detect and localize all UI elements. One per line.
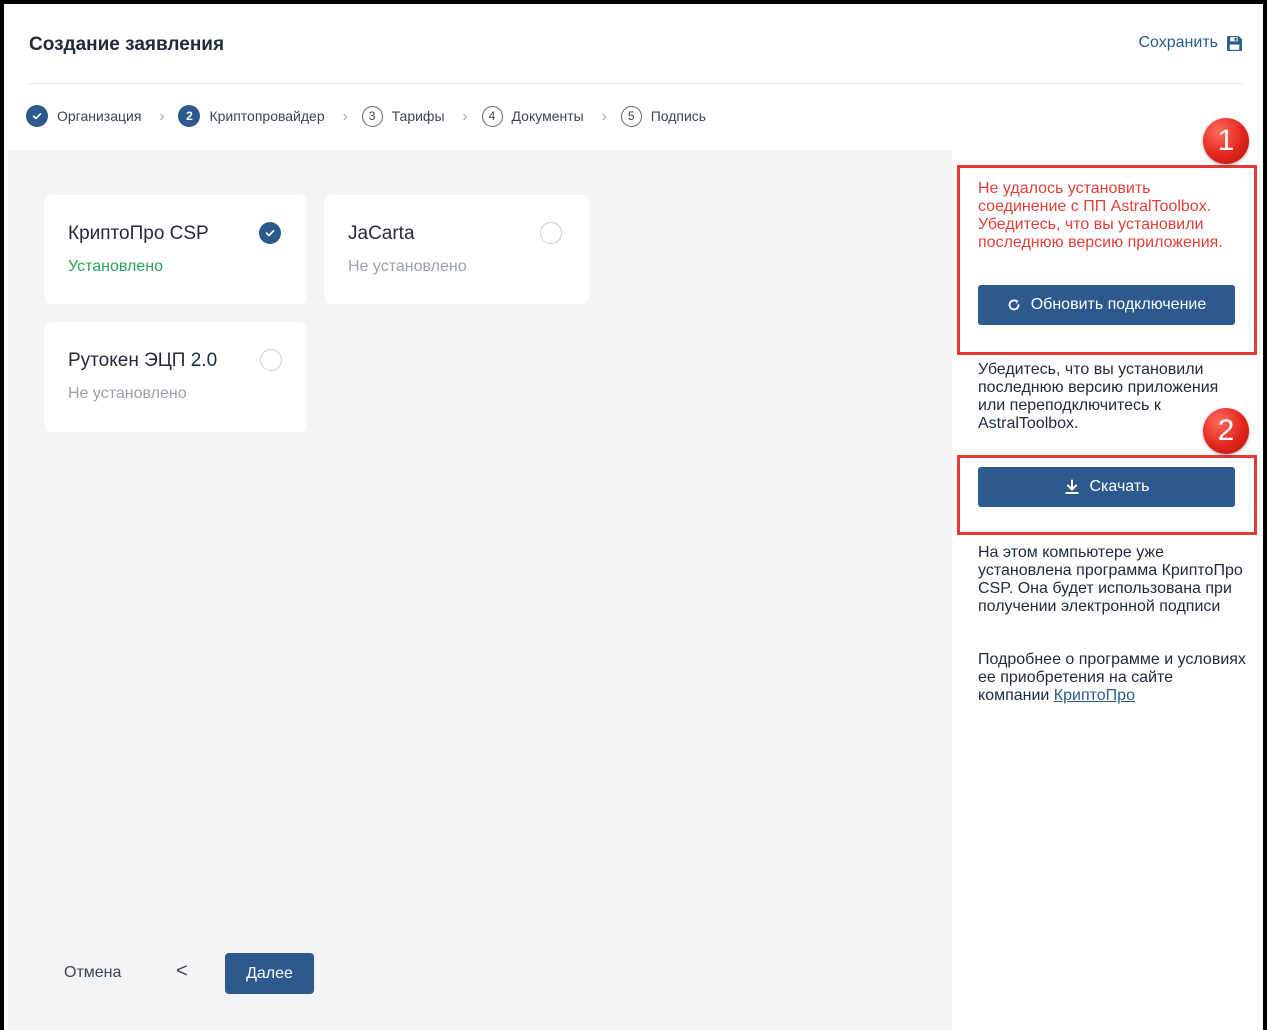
- provider-name: Рутокен ЭЦП 2.0: [68, 350, 218, 371]
- provider-name: JaCarta: [348, 223, 415, 244]
- callout-box-1: [957, 165, 1257, 355]
- step-organization[interactable]: Организация: [26, 105, 141, 127]
- step-number-badge: 4: [481, 105, 503, 127]
- step-number-badge: 2: [178, 105, 201, 127]
- provider-status: Установлено: [68, 258, 163, 275]
- chevron-right-icon: ›: [159, 107, 165, 125]
- step-tariffs[interactable]: 3 Тарифы: [361, 105, 445, 127]
- stepper: Организация › 2 Криптопровайдер › 3 Тари…: [26, 104, 706, 128]
- callout-number-1: 1: [1203, 118, 1249, 164]
- save-button[interactable]: Сохранить: [1138, 34, 1243, 52]
- provider-card-jacarta[interactable]: JaCarta Не установлено: [324, 195, 589, 304]
- provider-selection-area: КриптоПро CSP Установлено JaCarta Не уст…: [8, 150, 952, 1030]
- step-label: Организация: [57, 108, 142, 124]
- step-signature[interactable]: 5 Подпись: [620, 105, 707, 127]
- chevron-right-icon: ›: [462, 107, 468, 125]
- save-label: Сохранить: [1138, 34, 1218, 51]
- provider-name: КриптоПро CSP: [68, 223, 209, 244]
- radio-checked-icon[interactable]: [259, 222, 281, 244]
- step-label: Подпись: [650, 108, 707, 124]
- step-cryptoprovider[interactable]: 2 Криптопровайдер: [178, 105, 325, 127]
- floppy-disk-icon: [1227, 35, 1242, 51]
- chevron-right-icon: ›: [601, 107, 607, 125]
- cryptopro-link[interactable]: КриптоПро: [1054, 687, 1135, 704]
- cancel-button[interactable]: Отмена: [64, 964, 121, 982]
- provider-card-rutoken[interactable]: Рутокен ЭЦП 2.0 Не установлено: [44, 322, 307, 432]
- callout-number-2: 2: [1203, 408, 1249, 454]
- more-info-text: Подробнее о программе и условиях ее прио…: [978, 651, 1248, 705]
- step-documents[interactable]: 4 Документы: [481, 105, 584, 127]
- step-label: Тарифы: [391, 108, 445, 124]
- callout-box-2: [957, 455, 1257, 535]
- radio-empty-icon[interactable]: [260, 349, 282, 371]
- step-label: Криптопровайдер: [209, 108, 325, 124]
- page-title: Создание заявления: [29, 34, 225, 55]
- step-number-badge: 5: [620, 105, 642, 127]
- radio-empty-icon[interactable]: [540, 222, 562, 244]
- provider-card-cryptopro[interactable]: КриптоПро CSP Установлено: [44, 195, 307, 304]
- provider-status: Не установлено: [68, 385, 187, 402]
- header: Создание заявления Сохранить: [8, 8, 1263, 84]
- back-chevron-icon[interactable]: <: [176, 960, 188, 983]
- step-label: Документы: [511, 108, 584, 124]
- installed-program-text: На этом компьютере уже установлена прогр…: [978, 544, 1243, 615]
- app-frame: Создание заявления Сохранить Организация…: [0, 0, 1267, 1030]
- provider-status: Не установлено: [348, 258, 467, 275]
- step-number-badge: 3: [361, 105, 383, 127]
- check-icon: [26, 105, 48, 127]
- chevron-right-icon: ›: [342, 107, 348, 125]
- header-divider: [28, 83, 1243, 84]
- next-button[interactable]: Далее: [225, 953, 314, 994]
